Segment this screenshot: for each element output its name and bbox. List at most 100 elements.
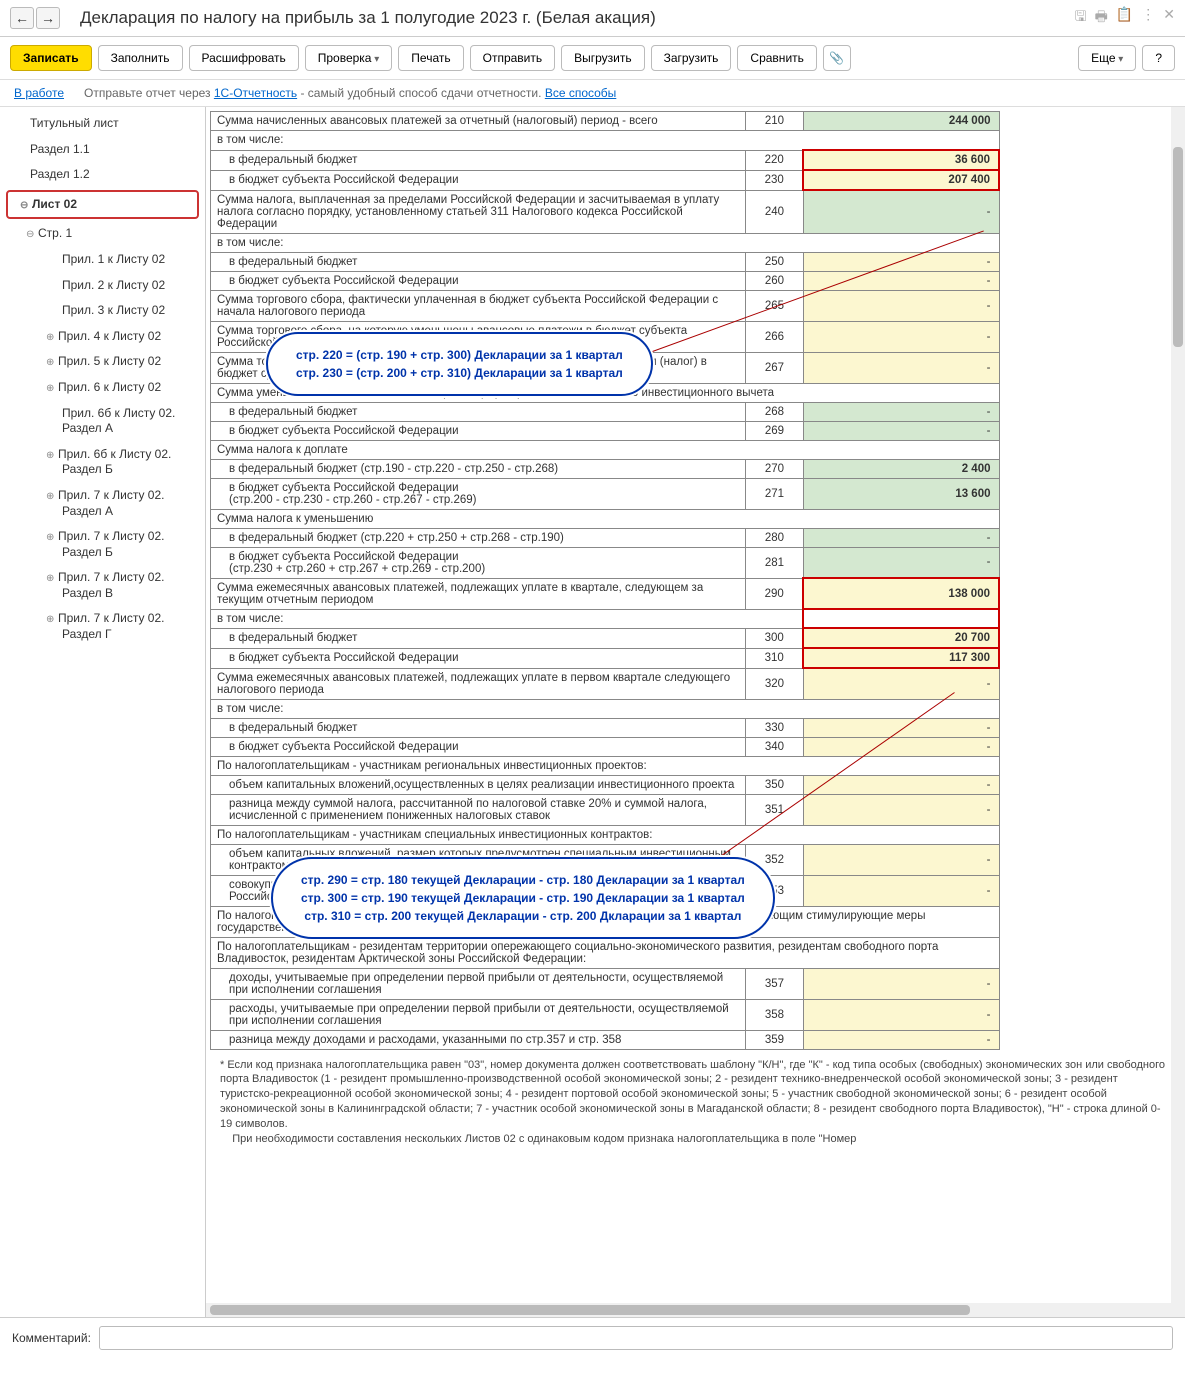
table-row: в бюджет субъекта Российской Федерации26… — [211, 271, 1000, 290]
status-link1[interactable]: 1С-Отчетность — [214, 86, 297, 100]
cell-value-353[interactable]: - — [803, 875, 999, 906]
cell-value-359[interactable]: - — [803, 1030, 999, 1049]
table-row: в федеральный бюджет (стр.190 - стр.220 … — [211, 459, 1000, 478]
back-button[interactable]: ← — [10, 7, 34, 29]
cell-value-351[interactable]: - — [803, 794, 999, 825]
cell-value-281: - — [803, 547, 999, 578]
footnote: * Если код признака налогоплательщика ра… — [210, 1050, 1181, 1155]
cell-value-220[interactable]: 36 600 — [803, 150, 999, 170]
help-button[interactable]: ? — [1142, 45, 1175, 71]
fill-button[interactable]: Заполнить — [98, 45, 183, 71]
table-row: в бюджет субъекта Российской Федерации34… — [211, 737, 1000, 756]
cell-value-240: - — [803, 190, 999, 233]
cell-value-300[interactable]: 20 700 — [803, 628, 999, 648]
table-row: Сумма налога к доплате — [211, 440, 1000, 459]
cell-value-290[interactable]: 138 000 — [803, 578, 999, 609]
print-button[interactable]: Печать — [398, 45, 463, 71]
cell-value-260[interactable]: - — [803, 271, 999, 290]
table-row: По налогоплательщикам - участникам регио… — [211, 756, 1000, 775]
tree-item-10[interactable]: ⊕Прил. 6 к Листу 02 — [0, 375, 205, 401]
table-row: в бюджет субъекта Российской Федерации26… — [211, 421, 1000, 440]
table-row: Сумма налога, выплаченная за пределами Р… — [211, 190, 1000, 233]
table-row: объем капитальных вложений,осуществленны… — [211, 775, 1000, 794]
print-icon[interactable]: 🖶 — [1095, 6, 1108, 30]
cell-value-310[interactable]: 117 300 — [803, 648, 999, 668]
callout-2: стр. 290 = стр. 180 текущей Декларации -… — [271, 857, 775, 939]
cell-value-265[interactable]: - — [803, 290, 999, 321]
tree-item-12[interactable]: ⊕Прил. 6б к Листу 02. Раздел Б — [0, 442, 205, 483]
cell-value-358[interactable]: - — [803, 999, 999, 1030]
cell-value-269: - — [803, 421, 999, 440]
cell-value-266[interactable]: - — [803, 321, 999, 352]
report-content: Сумма начисленных авансовых платежей за … — [206, 107, 1185, 1317]
more-button[interactable]: Еще — [1078, 45, 1136, 71]
tree-item-0[interactable]: Титульный лист — [0, 111, 205, 137]
status-text2: - самый удобный способ сдачи отчетности. — [297, 86, 545, 100]
tree-item-5[interactable]: Прил. 1 к Листу 02 — [0, 247, 205, 273]
table-row: в том числе: — [211, 131, 1000, 151]
tree-item-15[interactable]: ⊕Прил. 7 к Листу 02. Раздел В — [0, 565, 205, 606]
cell-value-230[interactable]: 207 400 — [803, 170, 999, 190]
tree-item-7[interactable]: Прил. 3 к Листу 02 — [0, 298, 205, 324]
table-row: расходы, учитываемые при определении пер… — [211, 999, 1000, 1030]
table-row: Сумма налога к уменьшению — [211, 509, 1000, 528]
clipboard-icon[interactable]: 📋 — [1116, 6, 1133, 30]
table-row: в бюджет субъекта Российской Федерации (… — [211, 478, 1000, 509]
compare-button[interactable]: Сравнить — [737, 45, 816, 71]
table-row: в федеральный бюджет30020 700 — [211, 628, 1000, 648]
upload-button[interactable]: Выгрузить — [561, 45, 645, 71]
table-row: Сумма ежемесячных авансовых платежей, по… — [211, 668, 1000, 699]
close-icon[interactable]: ✕ — [1163, 6, 1175, 30]
table-row: в федеральный бюджет (стр.220 + стр.250 … — [211, 528, 1000, 547]
cell-value-280: - — [803, 528, 999, 547]
cell-value-330[interactable]: - — [803, 718, 999, 737]
scrollbar-horizontal[interactable] — [206, 1303, 1171, 1317]
status-label[interactable]: В работе — [14, 86, 64, 100]
window-title: Декларация по налогу на прибыль за 1 пол… — [80, 8, 1075, 28]
cell-value-270: 2 400 — [803, 459, 999, 478]
tree-item-13[interactable]: ⊕Прил. 7 к Листу 02. Раздел А — [0, 483, 205, 524]
tree-item-11[interactable]: Прил. 6б к Листу 02. Раздел А — [0, 401, 205, 442]
table-row: в федеральный бюджет268- — [211, 402, 1000, 421]
tree-item-16[interactable]: ⊕Прил. 7 к Листу 02. Раздел Г — [0, 606, 205, 647]
table-row: доходы, учитываемые при определении перв… — [211, 968, 1000, 999]
cell-value-210: 244 000 — [803, 112, 999, 131]
scrollbar-vertical[interactable] — [1171, 107, 1185, 1317]
table-row: в том числе: — [211, 609, 1000, 628]
cell-value-268: - — [803, 402, 999, 421]
status-text1: Отправьте отчет через — [84, 86, 214, 100]
attach-button[interactable]: 📎 — [823, 45, 851, 71]
table-row: По налогоплательщикам - резидентам терри… — [211, 937, 1000, 968]
tree-item-14[interactable]: ⊕Прил. 7 к Листу 02. Раздел Б — [0, 524, 205, 565]
tree-item-1[interactable]: Раздел 1.1 — [0, 137, 205, 163]
cell-value-271: 13 600 — [803, 478, 999, 509]
menu-icon[interactable]: ⋮ — [1141, 6, 1155, 30]
tree-item-4[interactable]: ⊖Стр. 1 — [0, 221, 205, 247]
cell-value-352[interactable]: - — [803, 844, 999, 875]
table-row: разница между суммой налога, рассчитанно… — [211, 794, 1000, 825]
sidebar-tree: Титульный листРаздел 1.1Раздел 1.2⊖Лист … — [0, 107, 206, 1317]
tree-item-9[interactable]: ⊕Прил. 5 к Листу 02 — [0, 349, 205, 375]
tree-item-2[interactable]: Раздел 1.2 — [0, 162, 205, 188]
download-button[interactable]: Загрузить — [651, 45, 732, 71]
tree-item-3[interactable]: ⊖Лист 02 — [6, 190, 199, 220]
comment-input[interactable] — [99, 1326, 1173, 1350]
table-row: в федеральный бюджет330- — [211, 718, 1000, 737]
status-link2[interactable]: Все способы — [545, 86, 617, 100]
table-row: Сумма торгового сбора, фактически уплаче… — [211, 290, 1000, 321]
table-row: в бюджет субъекта Российской Федерации31… — [211, 648, 1000, 668]
decode-button[interactable]: Расшифровать — [189, 45, 299, 71]
cell-value-340[interactable]: - — [803, 737, 999, 756]
check-button[interactable]: Проверка — [305, 45, 393, 71]
tree-item-6[interactable]: Прил. 2 к Листу 02 — [0, 273, 205, 299]
cell-value-267[interactable]: - — [803, 352, 999, 383]
table-row: Сумма начисленных авансовых платежей за … — [211, 112, 1000, 131]
write-button[interactable]: Записать — [10, 45, 92, 71]
send-button[interactable]: Отправить — [470, 45, 556, 71]
cell-value-320[interactable]: - — [803, 668, 999, 699]
table-row: разница между доходами и расходами, указ… — [211, 1030, 1000, 1049]
tree-item-8[interactable]: ⊕Прил. 4 к Листу 02 — [0, 324, 205, 350]
cell-value-357[interactable]: - — [803, 968, 999, 999]
save-icon[interactable]: 🖫 — [1075, 6, 1087, 30]
forward-button[interactable]: → — [36, 7, 60, 29]
